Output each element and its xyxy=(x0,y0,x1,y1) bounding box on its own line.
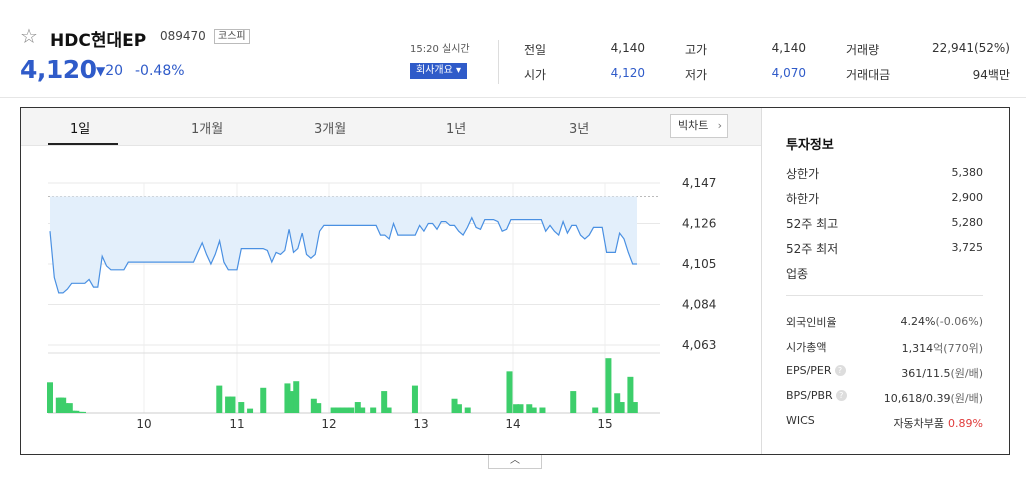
volume-bar xyxy=(293,381,300,413)
x-tick-label: 15 xyxy=(597,417,612,431)
volume-bar xyxy=(238,402,245,413)
x-tick-label: 13 xyxy=(413,417,428,431)
invest-label: 상한가 xyxy=(786,167,820,181)
volume-bar xyxy=(539,407,546,413)
volume-bar xyxy=(359,407,366,413)
volume-bar xyxy=(517,404,524,413)
volume-bar xyxy=(370,407,377,413)
volume-bar xyxy=(315,403,322,413)
invest-info-title: 투자정보 xyxy=(786,138,834,153)
invest-divider xyxy=(786,295,983,296)
volume-bar xyxy=(592,407,599,413)
x-tick-label: 11 xyxy=(229,417,244,431)
invest-value: 1,314억(770위) xyxy=(901,342,983,355)
invest-label: 하한가 xyxy=(786,192,820,206)
volume-bar xyxy=(631,402,638,413)
volume-bar xyxy=(260,387,267,413)
volume-bars xyxy=(47,358,638,413)
invest-value: 3,725 xyxy=(951,241,984,254)
y-tick-labels: 4,147 4,126 4,105 4,084 4,063 xyxy=(682,176,716,352)
volume-bar xyxy=(229,396,236,413)
y-tick-label: 4,126 xyxy=(682,217,716,231)
volume-bar xyxy=(605,358,612,413)
invest-label: EPS/PER? xyxy=(786,364,846,377)
volume-bar xyxy=(455,404,462,413)
invest-value: 2,900 xyxy=(951,191,984,204)
invest-value: 361/11.5(원/배) xyxy=(901,367,983,380)
invest-value: 자동차부품 0.89% xyxy=(893,417,983,430)
x-tick-label: 14 xyxy=(505,417,520,431)
volume-bar xyxy=(79,411,86,413)
volume-bar xyxy=(618,402,625,413)
invest-value: 5,280 xyxy=(951,216,984,229)
volume-bar xyxy=(385,407,392,413)
invest-label: 업종 xyxy=(786,267,809,281)
volume-bar xyxy=(47,382,53,413)
invest-value: 10,618/0.39(원/배) xyxy=(883,392,983,405)
volume-bar xyxy=(530,407,537,413)
invest-label: 52주 최고 xyxy=(786,217,839,231)
collapse-button[interactable]: ︿ xyxy=(488,455,542,469)
invest-value: 5,380 xyxy=(951,166,984,179)
volume-bar xyxy=(506,371,513,413)
volume-bar xyxy=(348,407,355,413)
chevron-up-icon: ︿ xyxy=(510,455,520,466)
invest-label: 외국인비율 xyxy=(786,316,837,329)
volume-bar xyxy=(464,407,471,413)
x-tick-labels: 10 11 12 13 14 15 xyxy=(136,417,612,431)
volume-bar xyxy=(247,408,254,413)
y-tick-label: 4,105 xyxy=(682,257,716,271)
x-tick-label: 10 xyxy=(136,417,151,431)
price-fill xyxy=(50,196,637,293)
volume-bar xyxy=(411,385,418,413)
volume-bar xyxy=(570,391,577,413)
invest-value: 4.24%(-0.06%) xyxy=(900,315,983,328)
invest-label: 52주 최저 xyxy=(786,242,839,256)
invest-label: 시가총액 xyxy=(786,341,827,354)
y-tick-label: 4,063 xyxy=(682,338,716,352)
y-tick-label: 4,147 xyxy=(682,176,716,190)
invest-label: WICS xyxy=(786,414,815,427)
price-area xyxy=(49,196,637,294)
volume-bar xyxy=(216,385,223,413)
y-tick-label: 4,084 xyxy=(682,298,716,312)
invest-label: BPS/PBR? xyxy=(786,389,847,402)
x-tick-label: 12 xyxy=(321,417,336,431)
